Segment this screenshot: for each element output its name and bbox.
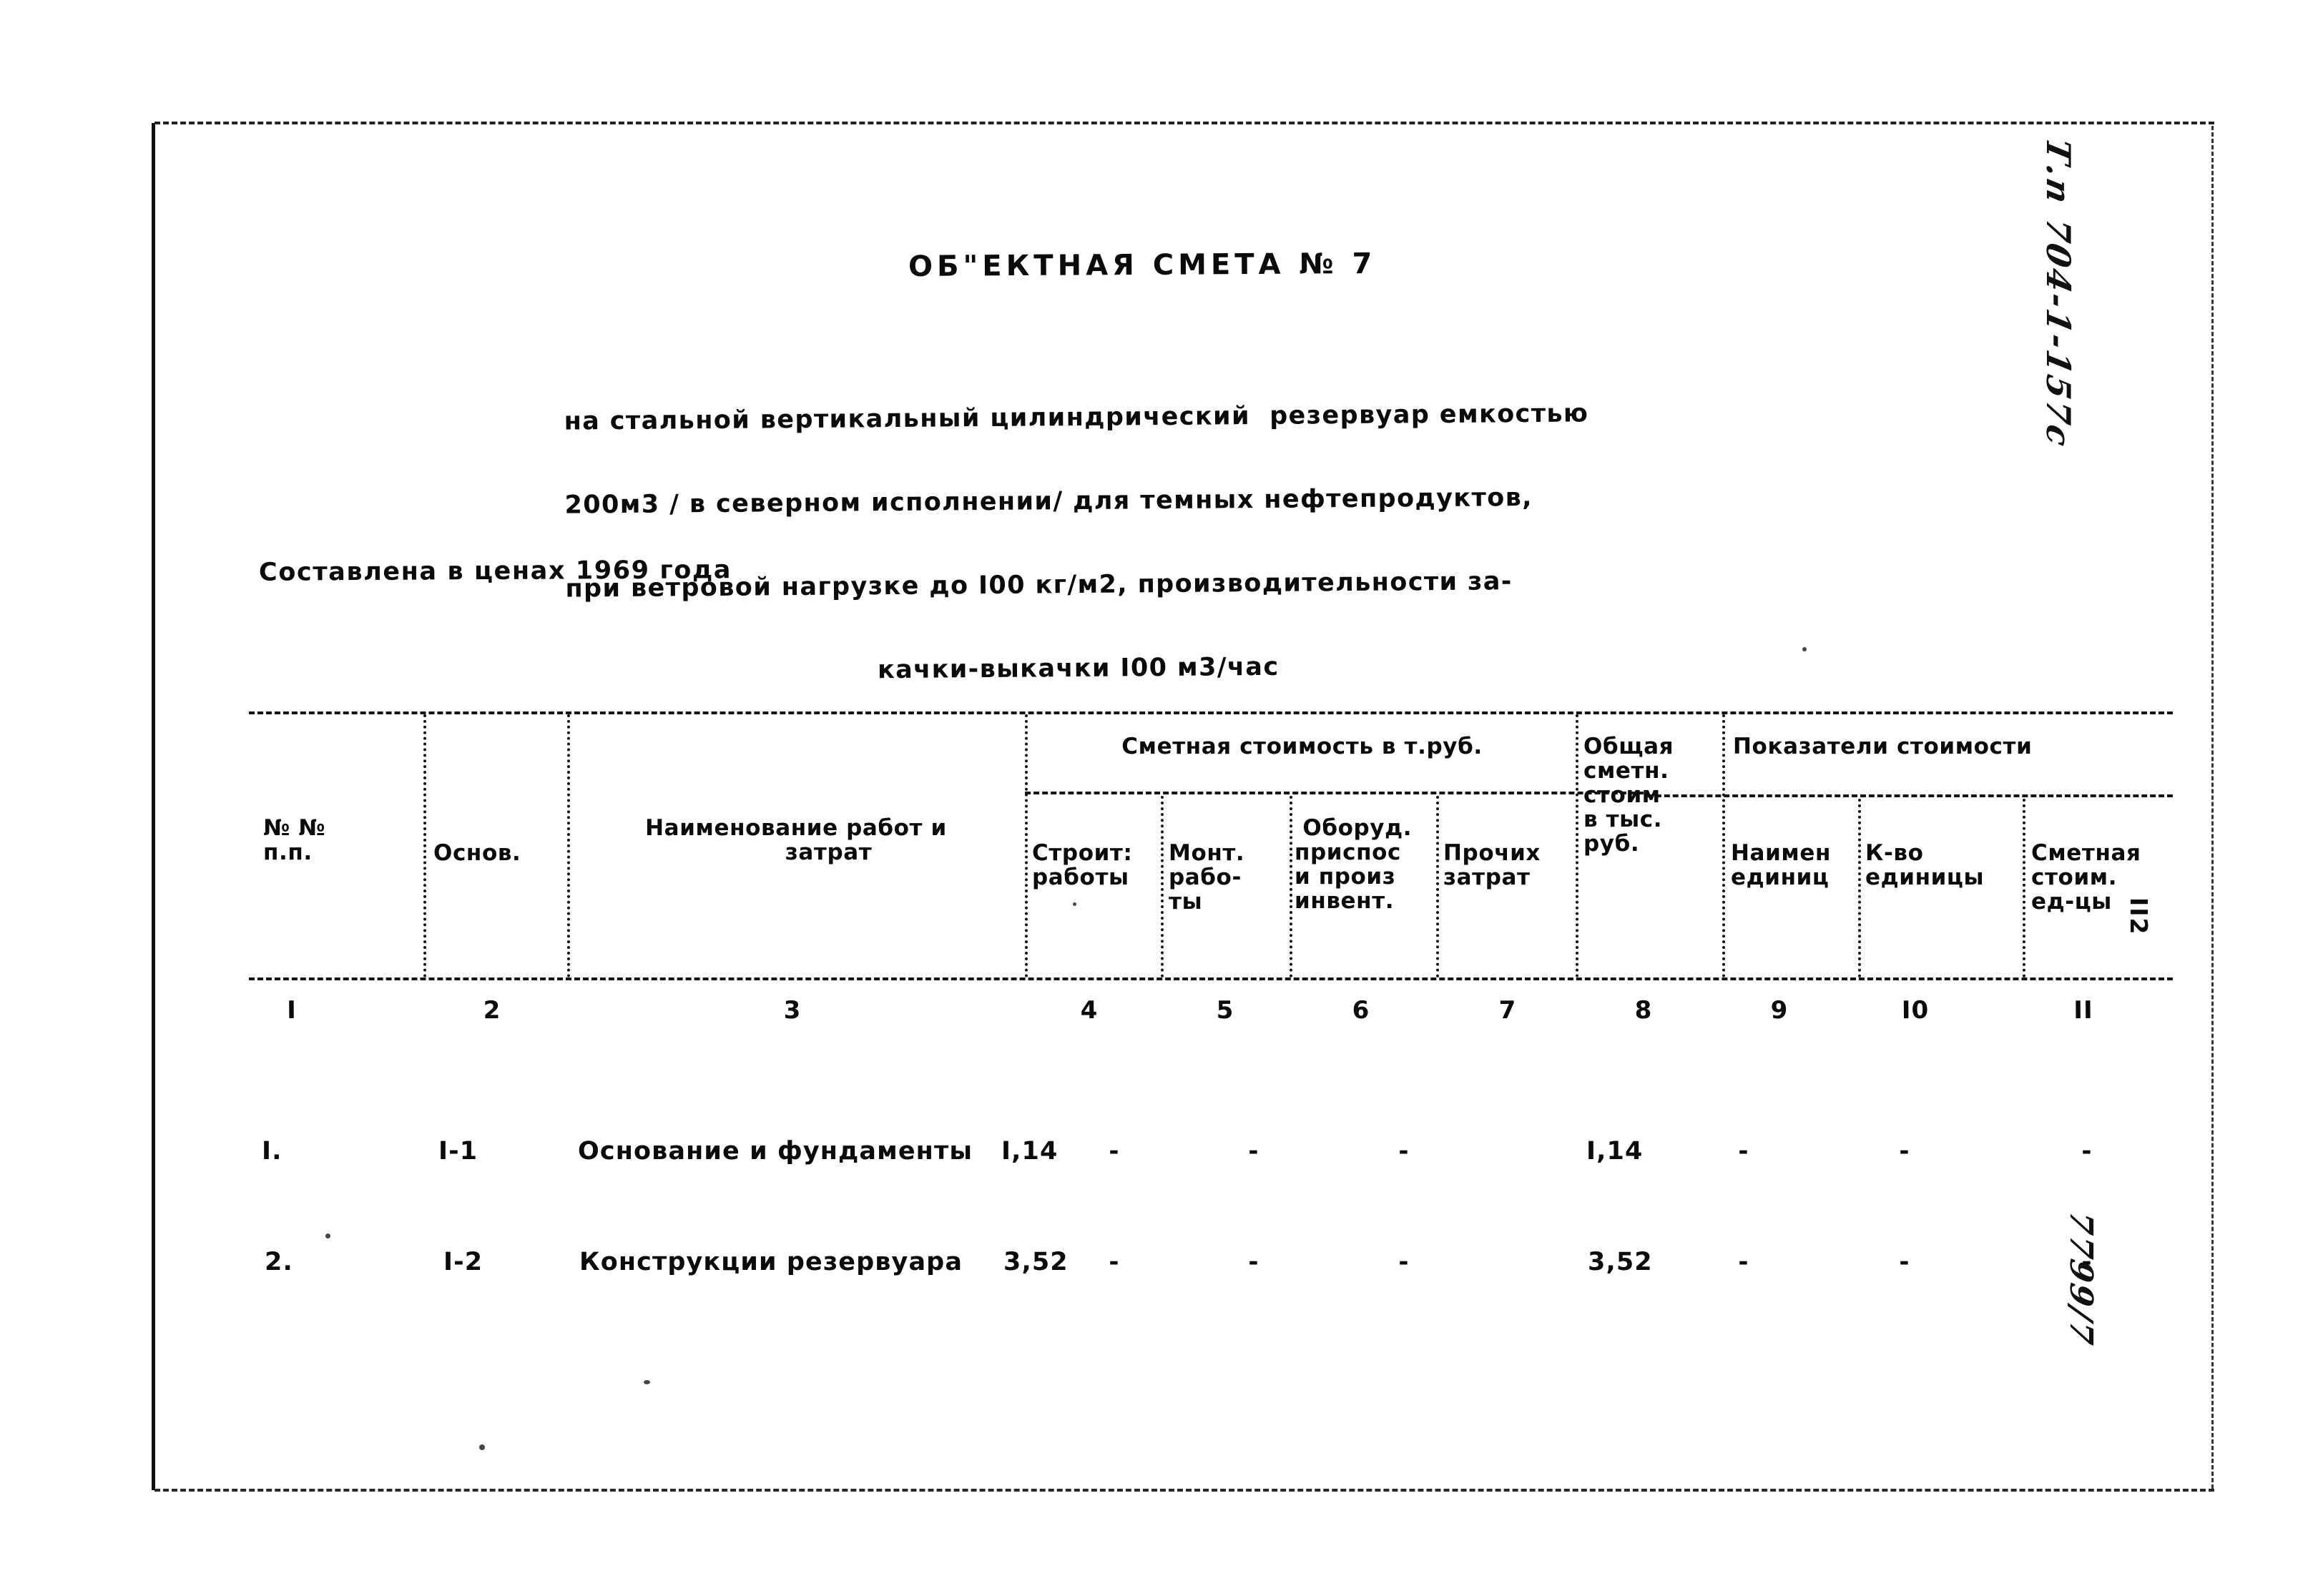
col-number-3: 3 <box>783 995 802 1025</box>
col-number-4: 4 <box>1080 995 1099 1025</box>
row1-unit-qty: - <box>1899 1137 1910 1166</box>
row1-construction: I,14 <box>1001 1137 1059 1166</box>
table-row: I. I-1 Основание и фундаменты I,14 - - -… <box>249 1137 2173 1180</box>
table-col-sep-5 <box>1290 796 1292 977</box>
table-rule-bottom <box>249 977 2173 980</box>
table-rule-top <box>249 711 2173 714</box>
margin-project-code-handwritten: Т.п 704-1-157с <box>2039 134 2078 452</box>
header-unit-name: Наимен единиц <box>1731 840 1831 890</box>
col-number-1: I <box>287 995 297 1025</box>
row1-other: - <box>1398 1137 1410 1166</box>
col-number-7: 7 <box>1498 995 1517 1025</box>
col-number-10: I0 <box>1901 995 1930 1025</box>
document-title: ОБ"ЕКТНАЯ СМЕТА № 7 <box>908 247 1377 283</box>
document-subtitle: на стальной вертикальный цилиндрический … <box>564 344 1591 742</box>
header-item-no: № № п.п. <box>263 815 326 865</box>
scan-speck <box>644 1380 650 1384</box>
row1-basis: I-1 <box>438 1137 478 1166</box>
estimate-table-body: I. I-1 Основание и фундаменты I,14 - - -… <box>249 1123 2173 1351</box>
subtitle-line-2: 200м3 / в северном исполнении/ для темны… <box>564 483 1533 520</box>
col-number-11: II <box>2073 995 2093 1025</box>
table-col-sep-7 <box>1576 714 1578 977</box>
table-col-sep-10 <box>2023 799 2025 977</box>
subtitle-line-4: качки-выкачки I00 м3/час <box>877 652 1280 685</box>
col-number-6: 6 <box>1352 995 1370 1025</box>
row1-item-no: I. <box>262 1137 283 1166</box>
row1-equipment: - <box>1248 1137 1259 1166</box>
table-col-sep-9 <box>1858 799 1861 977</box>
row2-total: 3,52 <box>1588 1248 1653 1276</box>
table-column-number-row: I 2 3 4 5 6 7 8 9 I0 II <box>249 996 2173 1046</box>
row1-unit-cost: - <box>2081 1137 2093 1166</box>
table-col-sep-2 <box>567 714 570 977</box>
page-frame-bottom-border <box>154 1489 2214 1492</box>
row1-installation: - <box>1109 1137 1120 1166</box>
header-group-estimate-cost: Сметная стоимость в т.руб. <box>1121 734 1483 759</box>
table-col-sep-4 <box>1161 796 1164 977</box>
table-col-sep-6 <box>1436 796 1439 977</box>
table-rule-indicators <box>1647 794 2173 797</box>
header-construction-works: Строит: работы <box>1032 840 1133 890</box>
header-basis: Основ. <box>433 840 521 866</box>
header-total-estimate-cost: Общая сметн. стоим в тыс. руб. <box>1583 734 1674 857</box>
table-col-sep-3 <box>1025 714 1028 977</box>
header-unit-quantity: К-во единицы <box>1865 840 1985 890</box>
row2-unit-qty: - <box>1899 1248 1910 1276</box>
row2-item-no: 2. <box>265 1248 293 1276</box>
table-col-sep-1 <box>423 714 426 977</box>
margin-archive-number-handwritten: 7799/7 <box>2063 1208 2099 1350</box>
subtitle-line-1: на стальной вертикальный цилиндрический … <box>564 399 1589 436</box>
row1-total: I,14 <box>1586 1137 1644 1166</box>
row2-equipment: - <box>1248 1248 1259 1276</box>
row2-other: - <box>1398 1248 1410 1276</box>
row1-unit-name: - <box>1738 1137 1749 1166</box>
header-work-name: Наименование работ и затрат <box>645 815 947 865</box>
row2-installation: - <box>1109 1248 1120 1276</box>
row1-work-name: Основание и фундаменты <box>578 1137 973 1166</box>
col-number-5: 5 <box>1216 995 1234 1025</box>
col-number-2: 2 <box>483 995 501 1025</box>
header-equipment-inventory: Оборуд. приспос и произ инвент. <box>1295 815 1413 914</box>
scan-speck <box>479 1444 485 1450</box>
table-row: 2. I-2 Конструкции резервуара 3,52 - - -… <box>249 1248 2173 1291</box>
page-number-label: II2 <box>2125 897 2153 936</box>
row2-basis: I-2 <box>443 1248 483 1276</box>
header-other-costs: Прочих затрат <box>1443 840 1541 890</box>
scan-speck <box>325 1233 330 1238</box>
scan-speck <box>1073 902 1076 906</box>
prices-year-note: Составлена в ценах 1969 года <box>258 556 732 587</box>
scan-speck <box>1802 647 1807 651</box>
col-number-8: 8 <box>1634 995 1653 1025</box>
row2-construction: 3,52 <box>1003 1248 1069 1276</box>
header-installation-works: Монт. рабо- ты <box>1169 840 1245 915</box>
table-rule-subgroup <box>1025 792 1644 794</box>
row2-unit-name: - <box>1738 1248 1749 1276</box>
scanned-document-page: ОБ"ЕКТНАЯ СМЕТА № 7 на стальной вертикал… <box>0 0 2323 1596</box>
table-col-sep-8 <box>1722 714 1725 977</box>
page-frame-right-border <box>2211 126 2214 1489</box>
header-group-cost-indicators: Показатели стоимости <box>1733 734 2033 759</box>
col-number-9: 9 <box>1770 995 1789 1025</box>
row2-work-name: Конструкции резервуара <box>579 1248 963 1276</box>
